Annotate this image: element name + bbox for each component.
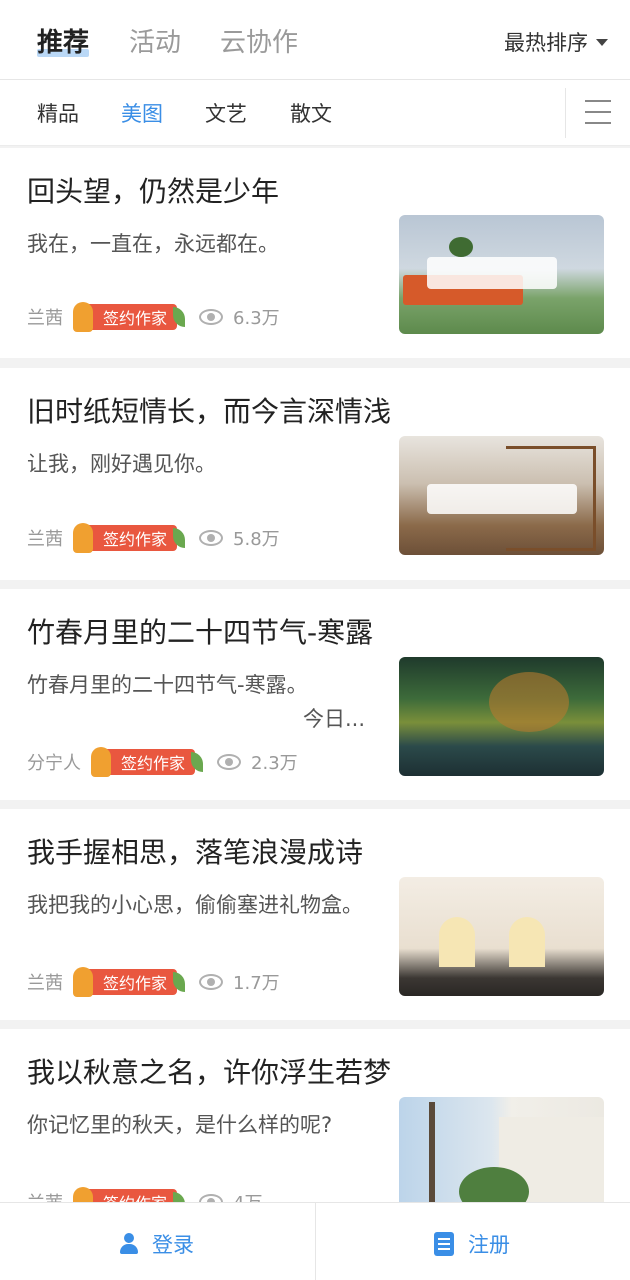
caret-down-icon [596,38,608,46]
article-card[interactable]: 我手握相思，落笔浪漫成诗 我把我的小心思，偷偷塞进礼物盒。 兰茜 签约作家 1.… [0,809,630,1020]
article-card[interactable]: 旧时纸短情长，而今言深情浅 让我，刚好遇见你。 兰茜 签约作家 5.8万 [0,368,630,580]
article-excerpt: 你记忆里的秋天，是什么样的呢? [27,1113,333,1137]
sort-dropdown[interactable]: 最热排序 [504,27,608,57]
article-meta: 分宁人 签约作家 2.3万 [27,747,298,777]
article-title[interactable]: 回头望，仍然是少年 [27,170,279,210]
bottom-action-bar: 登录 注册 [0,1202,630,1280]
tab-label: 云协作 [220,28,299,58]
user-icon [118,1233,140,1255]
article-excerpt: 竹春月里的二十四节气-寒露。 [27,673,308,697]
signed-writer-badge: 签约作家 [73,967,186,997]
eye-icon [199,1194,224,1202]
category-photos[interactable]: 美图 [121,98,163,128]
category-literary[interactable]: 文艺 [205,98,247,128]
category-featured[interactable]: 精品 [37,98,79,128]
article-meta: 兰茜 签约作家 4万 [27,1187,262,1202]
view-count: 1.7万 [233,973,280,994]
article-title[interactable]: 我以秋意之名，许你浮生若梦 [27,1051,391,1091]
login-button[interactable]: 登录 [118,1229,194,1259]
tab-activity[interactable]: 活动 [129,22,181,59]
register-label: 注册 [468,1233,510,1257]
article-thumbnail[interactable] [399,215,604,334]
signed-writer-badge: 签约作家 [73,302,186,332]
divider [315,1203,316,1280]
author-name[interactable]: 兰茜 [27,304,63,330]
divider [565,88,566,138]
signed-writer-badge: 签约作家 [73,1187,186,1202]
article-thumbnail[interactable] [399,1097,604,1202]
article-excerpt: 我在，一直在，永远都在。 [27,232,279,256]
author-name[interactable]: 兰茜 [27,1189,63,1202]
author-name[interactable]: 分宁人 [27,749,81,775]
document-icon [434,1232,454,1256]
author-name[interactable]: 兰茜 [27,525,63,551]
article-meta: 兰茜 签约作家 5.8万 [27,523,280,553]
article-title[interactable]: 旧时纸短情长，而今言深情浅 [27,390,391,430]
article-card[interactable]: 我以秋意之名，许你浮生若梦 你记忆里的秋天，是什么样的呢? 兰茜 签约作家 4万 [0,1029,630,1202]
category-prose[interactable]: 散文 [290,98,332,128]
article-excerpt-tail: 今日... [302,707,365,731]
article-meta: 兰茜 签约作家 6.3万 [27,302,280,332]
eye-icon [217,754,242,770]
tab-recommend[interactable]: 推荐 [37,22,90,59]
article-card[interactable]: 竹春月里的二十四节气-寒露 竹春月里的二十四节气-寒露。 今日... 分宁人 签… [0,589,630,800]
signed-writer-badge: 签约作家 [73,523,186,553]
register-button[interactable]: 注册 [434,1229,510,1259]
hamburger-menu-icon[interactable] [585,100,611,124]
eye-icon [199,309,224,325]
article-thumbnail[interactable] [399,877,604,996]
article-excerpt: 我把我的小心思，偷偷塞进礼物盒。 [27,893,363,917]
view-count: 6.3万 [233,308,280,329]
view-count: 5.8万 [233,529,280,550]
top-navigation-bar: 推荐 活动 云协作 最热排序 [0,0,630,80]
tab-label: 活动 [129,28,182,58]
article-meta: 兰茜 签约作家 1.7万 [27,967,280,997]
tab-cloud-collab[interactable]: 云协作 [220,22,298,59]
article-thumbnail[interactable] [399,436,604,555]
signed-writer-badge: 签约作家 [91,747,204,777]
eye-icon [199,530,224,546]
view-count: 2.3万 [251,753,298,774]
sort-label: 最热排序 [504,31,588,55]
tab-label: 推荐 [37,28,90,58]
view-count: 4万 [233,1189,262,1202]
article-title[interactable]: 我手握相思，落笔浪漫成诗 [27,831,363,871]
login-label: 登录 [152,1233,194,1257]
article-thumbnail[interactable] [399,657,604,776]
category-bar: 精品 美图 文艺 散文 [0,80,630,146]
eye-icon [199,974,224,990]
article-title[interactable]: 竹春月里的二十四节气-寒露 [27,611,373,651]
article-card[interactable]: 回头望，仍然是少年 我在，一直在，永远都在。 兰茜 签约作家 6.3万 [0,148,630,358]
author-name[interactable]: 兰茜 [27,969,63,995]
article-excerpt: 让我，刚好遇见你。 [27,452,216,476]
